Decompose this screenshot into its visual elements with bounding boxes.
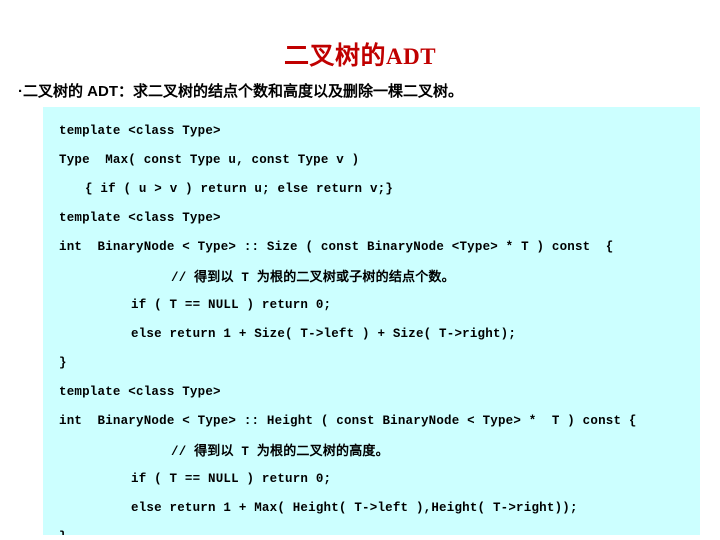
code-line-cjk: 得到以 [194, 443, 234, 458]
page-title: 二叉树的ADT [0, 36, 720, 72]
code-line: int BinaryNode < Type> :: Height ( const… [59, 414, 637, 428]
code-line: template <class Type> [59, 124, 221, 138]
page-title-cjk: 二叉树的 [283, 43, 386, 70]
code-line: // 得到以 T 为根的二叉树或子树的结点个数。 [171, 269, 455, 285]
code-block: template <class Type> Type Max( const Typ… [43, 107, 700, 535]
code-line: if ( T == NULL ) return 0; [131, 472, 332, 486]
code-line-cjk: 得到以 [194, 269, 234, 284]
code-line: else return 1 + Size( T->left ) + Size( … [131, 327, 517, 341]
code-line-cjk: 为根的二叉树的高度。 [256, 443, 389, 458]
code-line: } [59, 356, 67, 370]
code-line: int BinaryNode < Type> :: Size ( const B… [59, 240, 614, 254]
page-title-latin: ADT [385, 44, 437, 69]
bullet-description: ·二叉树的 ADT：求二叉树的结点个数和高度以及删除一棵二叉树。 [18, 83, 463, 100]
code-line: Type Max( const Type u, const Type v ) [59, 153, 360, 167]
code-line: template <class Type> [59, 385, 221, 399]
code-line: if ( T == NULL ) return 0; [131, 298, 332, 312]
code-line: { if ( u > v ) return u; else return v;} [85, 182, 394, 196]
slide-canvas: 二叉树的ADT ·二叉树的 ADT：求二叉树的结点个数和高度以及删除一棵二叉树。… [0, 0, 720, 540]
code-line: // 得到以 T 为根的二叉树的高度。 [171, 443, 389, 459]
code-line: template <class Type> [59, 211, 221, 225]
code-line: } [43, 523, 700, 535]
code-line: else return 1 + Max( Height( T->left ),H… [131, 501, 578, 515]
code-line-cjk: 为根的二叉树或子树的结点个数。 [256, 269, 455, 284]
